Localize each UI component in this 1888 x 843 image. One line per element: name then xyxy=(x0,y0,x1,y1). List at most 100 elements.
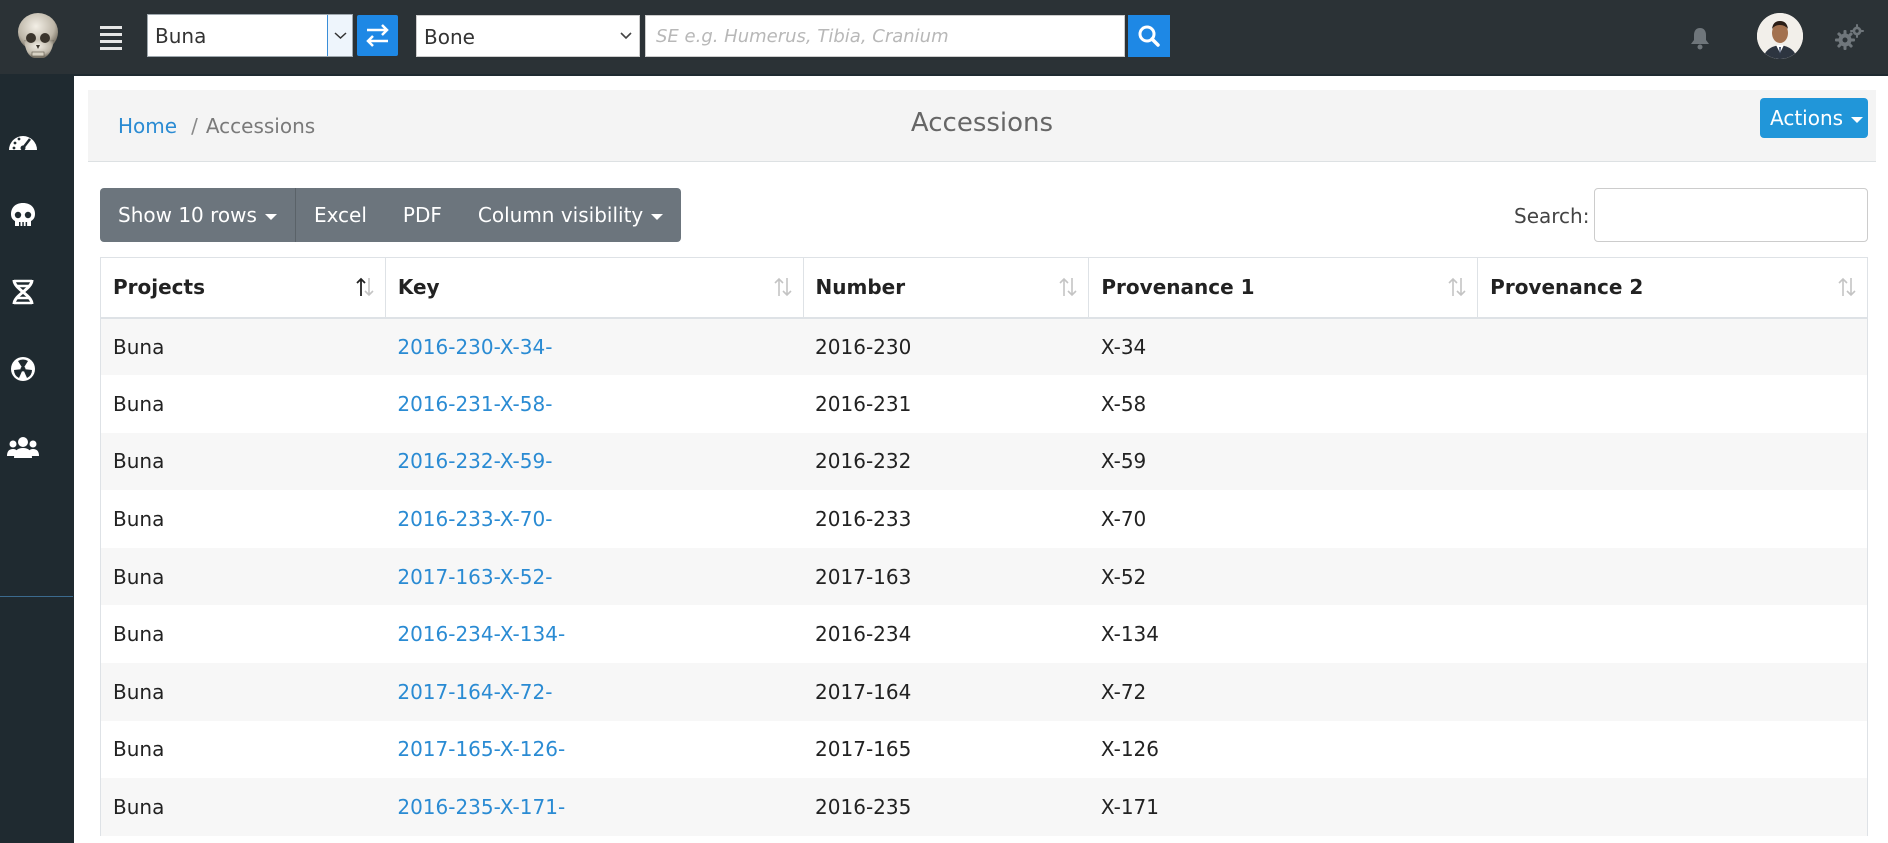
column-header-key[interactable]: Key xyxy=(384,257,804,319)
cell-provenance-1: X-34 xyxy=(1088,317,1478,376)
cell-project: Buna xyxy=(100,663,386,721)
cell-project: Buna xyxy=(100,432,386,491)
sort-icon xyxy=(1059,277,1077,297)
cell-provenance-1: X-126 xyxy=(1100,737,1159,762)
settings-gears-icon[interactable] xyxy=(1834,24,1864,50)
cell-provenance-2 xyxy=(1477,317,1868,376)
column-header-label: Projects xyxy=(113,275,206,300)
cell-key: 2017-163-X-52- xyxy=(385,547,804,606)
cell-project: Buna xyxy=(100,720,386,779)
accession-key-link[interactable]: 2016-231-X-58- xyxy=(397,392,552,416)
cell-provenance-2 xyxy=(1477,663,1868,721)
avatar[interactable] xyxy=(1757,13,1803,59)
dashboard-icon[interactable] xyxy=(6,126,40,156)
column-header-provenance-1[interactable]: Provenance 1 xyxy=(1088,257,1479,319)
cell-provenance-2 xyxy=(1477,547,1868,606)
cell-number: 2016-231 xyxy=(815,391,912,416)
caret-down-icon xyxy=(651,213,664,220)
actions-label: Actions xyxy=(1770,106,1844,130)
cell-key: 2016-234-X-134- xyxy=(385,605,803,663)
table-row: Buna 2016-231-X-58- 2016-231 X-58 xyxy=(100,375,1868,433)
cell-provenance-1: X-72 xyxy=(1088,663,1478,721)
element-search-input[interactable] xyxy=(645,15,1125,57)
cell-number: 2017-163 xyxy=(803,547,1089,606)
table-row: Buna 2016-234-X-134- 2016-234 X-134 xyxy=(100,605,1868,664)
cell-provenance-2 xyxy=(1477,778,1868,836)
sort-ascending-icon xyxy=(356,277,374,297)
sort-icon xyxy=(773,277,792,297)
swap-button[interactable] xyxy=(357,15,398,56)
table-header-row: Projects Key Number Provenance 1 Provena… xyxy=(100,257,1868,319)
menu-toggle-icon[interactable] xyxy=(100,26,122,50)
project-select-value: Buna xyxy=(155,24,207,48)
cell-provenance-2 xyxy=(1477,432,1868,491)
cell-key: 2016-230-X-34- xyxy=(385,317,804,376)
cell-provenance-1: X-171 xyxy=(1088,778,1478,836)
table-search-label: Search: xyxy=(1514,204,1590,228)
column-header-projects[interactable]: Projects xyxy=(100,257,386,319)
accession-key-link[interactable]: 2016-230-X-34- xyxy=(397,335,552,359)
cell-key: 2016-233-X-70- xyxy=(385,490,803,548)
search-button[interactable] xyxy=(1128,15,1170,57)
cell-number: 2016-235 xyxy=(803,778,1089,836)
column-header-label: Number xyxy=(815,275,906,300)
accession-key-link[interactable]: 2017-164-X-72- xyxy=(397,680,552,704)
chevron-down-icon xyxy=(620,32,632,40)
cell-project: Buna xyxy=(100,317,386,376)
table-row: Buna 2016-230-X-34- 2016-230 X-34 xyxy=(100,317,1868,376)
accession-key-link[interactable]: 2017-165-X-126- xyxy=(397,737,565,761)
cell-number: 2017-164 xyxy=(803,663,1089,721)
accession-key-link[interactable]: 2016-235-X-171- xyxy=(397,795,565,819)
dna-icon[interactable] xyxy=(6,277,40,307)
cell-project: Buna xyxy=(100,490,386,548)
cell-key: 2016-235-X-171- xyxy=(385,778,804,836)
swap-arrows-icon xyxy=(366,24,389,47)
caret-down-icon xyxy=(264,213,277,220)
cell-provenance-2 xyxy=(1477,605,1868,664)
skull-icon[interactable] xyxy=(6,200,40,230)
show-rows-label: Show 10 rows xyxy=(118,203,257,227)
bone-select[interactable]: Bone xyxy=(416,15,640,57)
search-icon xyxy=(1138,25,1160,47)
cell-provenance-1: X-134 xyxy=(1100,622,1159,647)
actions-dropdown-button[interactable]: Actions xyxy=(1760,98,1868,138)
radiation-icon[interactable] xyxy=(6,354,40,384)
users-icon[interactable] xyxy=(6,432,40,462)
accession-key-link[interactable]: 2016-233-X-70- xyxy=(397,507,552,531)
project-select[interactable]: Buna xyxy=(147,14,353,57)
cell-project: Buna xyxy=(100,605,386,664)
sort-icon xyxy=(1448,277,1466,297)
sort-icon xyxy=(1838,277,1856,297)
cell-provenance-1: X-52 xyxy=(1088,547,1478,606)
show-rows-button[interactable]: Show 10 rows xyxy=(100,188,296,242)
pdf-button[interactable]: PDF xyxy=(385,188,460,242)
column-header-number[interactable]: Number xyxy=(802,257,1090,319)
cell-number: 2017-165 xyxy=(815,737,912,762)
accession-key-link[interactable]: 2016-234-X-134- xyxy=(397,622,565,646)
bell-icon[interactable] xyxy=(1688,26,1712,50)
table-search-input[interactable] xyxy=(1594,188,1868,242)
page-title: Accessions xyxy=(910,108,1054,138)
column-header-label: Provenance 2 xyxy=(1490,275,1644,300)
cell-project: Buna xyxy=(100,778,386,836)
cell-project: Buna xyxy=(100,547,386,606)
sidebar xyxy=(0,74,73,843)
skull-logo-icon[interactable] xyxy=(14,12,62,62)
cell-provenance-2 xyxy=(1477,490,1868,548)
chevron-down-icon[interactable] xyxy=(327,15,352,56)
table-row: Buna 2017-163-X-52- 2017-163 X-52 xyxy=(100,547,1868,606)
column-header-label: Provenance 1 xyxy=(1101,275,1255,300)
table-row: Buna 2017-165-X-126- 2017-165 X-126 xyxy=(100,720,1868,779)
table-row: Buna 2017-164-X-72- 2017-164 X-72 xyxy=(100,663,1868,721)
page-header: Home / Accessions Accessions Actions xyxy=(88,90,1876,162)
column-visibility-button[interactable]: Column visibility xyxy=(460,188,681,242)
accession-key-link[interactable]: 2017-163-X-52- xyxy=(397,565,552,589)
cell-number: 2016-232 xyxy=(803,432,1089,491)
accession-key-link[interactable]: 2016-232-X-59- xyxy=(397,449,552,473)
table-row: Buna 2016-232-X-59- 2016-232 X-59 xyxy=(100,432,1868,491)
column-header-label: Key xyxy=(397,275,440,300)
column-header-provenance-2[interactable]: Provenance 2 xyxy=(1477,257,1868,319)
caret-down-icon xyxy=(1851,116,1864,123)
excel-button[interactable]: Excel xyxy=(296,188,385,242)
cell-number: 2016-233 xyxy=(815,507,912,532)
